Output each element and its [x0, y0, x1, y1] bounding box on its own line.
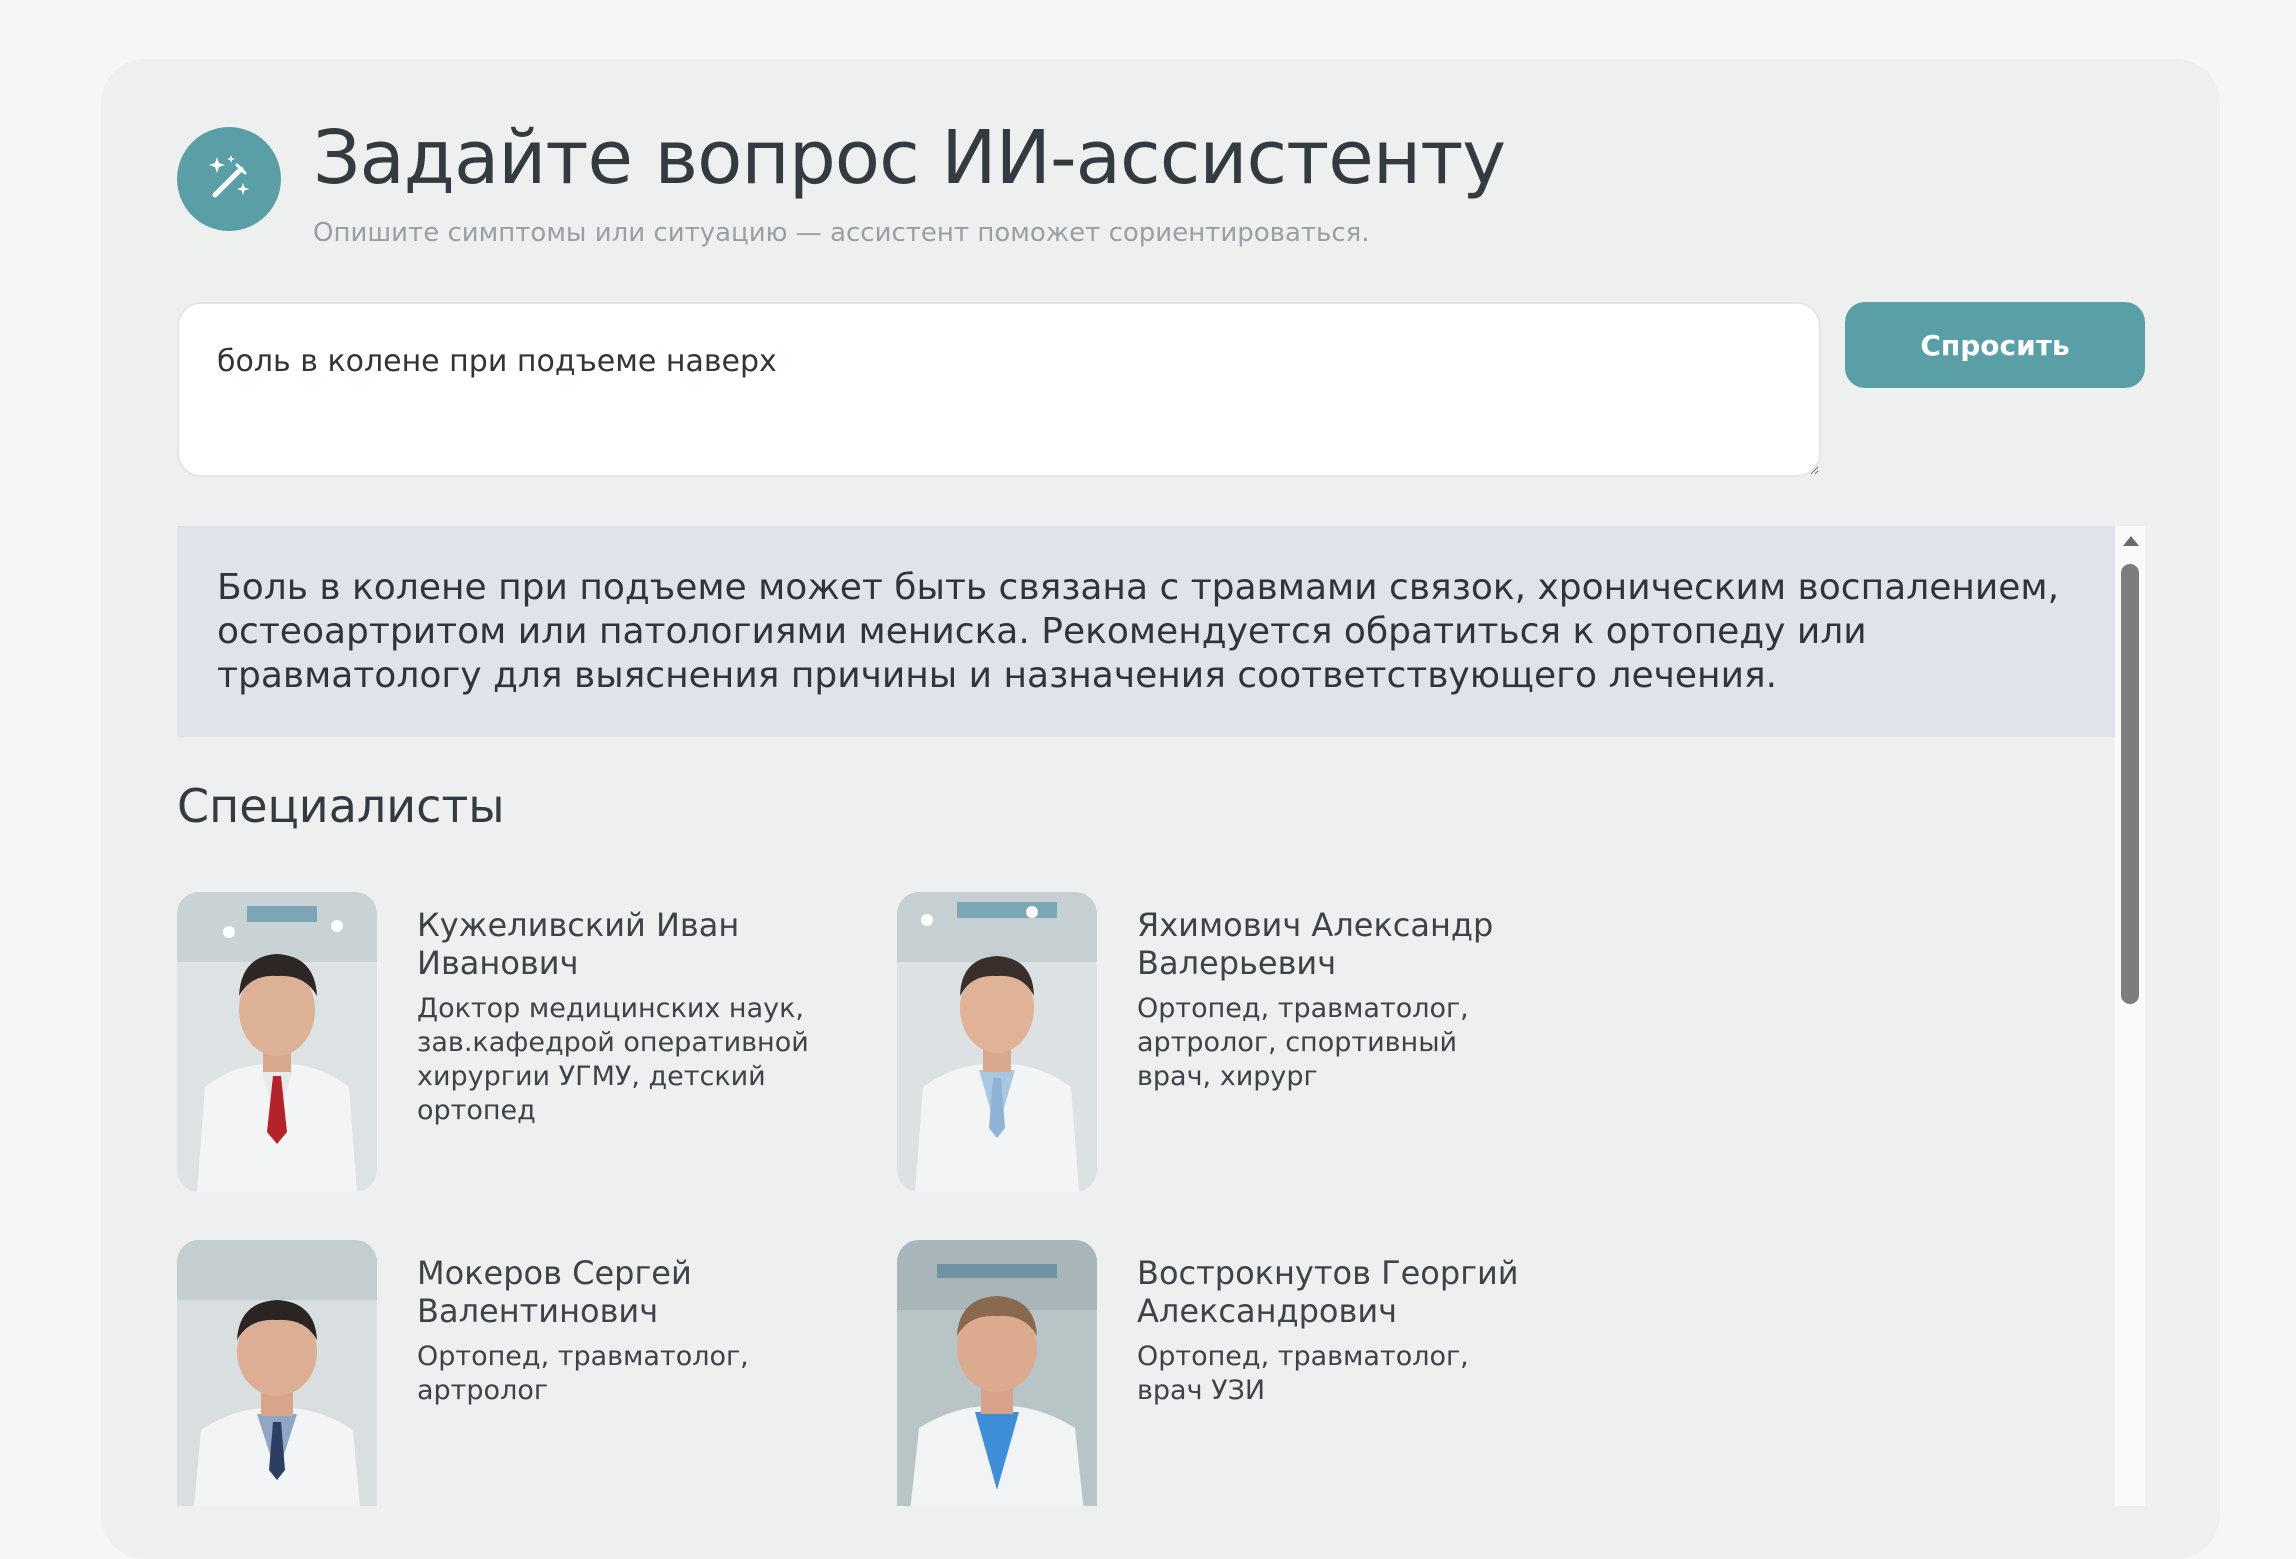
specialists-heading: Специалисты: [177, 779, 505, 833]
scroll-up-arrow-icon[interactable]: [2123, 536, 2139, 546]
magic-wand-icon: [177, 127, 281, 231]
results-panel[interactable]: Боль в колене при подъеме может быть свя…: [177, 526, 2145, 1506]
doctor-description: Ортопед, травматолог, артролог, спортивн…: [1137, 993, 1469, 1092]
doctor-photo: [897, 892, 1097, 1192]
doctor-description: Ортопед, травматолог, врач УЗИ: [1137, 1341, 1469, 1406]
doctor-name: Кужеливский Иван Иванович: [417, 906, 740, 982]
doctor-name: Яхимович Александр Валерьевич: [1137, 906, 1494, 982]
scrollbar-thumb[interactable]: [2121, 564, 2139, 1004]
doctor-photo: [897, 1240, 1097, 1506]
doctor-name: Вострокнутов Георгий Александрович: [1137, 1254, 1519, 1330]
specialist-card[interactable]: Мокеров Сергей Валентинович Ортопед, тра…: [177, 1240, 837, 1506]
question-input[interactable]: боль в колене при подъеме наверх: [177, 302, 1821, 477]
doctor-photo: [177, 1240, 377, 1506]
doctor-description: Доктор медицинских наук, зав.кафедрой оп…: [417, 993, 809, 1126]
assistant-answer: Боль в колене при подъеме может быть свя…: [177, 526, 2115, 737]
page-title: Задайте вопрос ИИ-ассистенту: [313, 115, 1506, 201]
ask-button[interactable]: Спросить: [1845, 302, 2145, 388]
doctor-description: Ортопед, травматолог, артролог: [417, 1341, 749, 1406]
results-scrollbar[interactable]: [2115, 526, 2145, 1506]
doctor-photo: [177, 892, 377, 1192]
specialist-card[interactable]: Яхимович Александр Валерьевич Ортопед, т…: [897, 892, 1557, 1192]
specialist-card[interactable]: Вострокнутов Георгий Александрович Ортоп…: [897, 1240, 1557, 1506]
doctor-name: Мокеров Сергей Валентинович: [417, 1254, 692, 1330]
specialist-card[interactable]: Кужеливский Иван Иванович Доктор медицин…: [177, 892, 837, 1192]
page-subtitle: Опишите симптомы или ситуацию — ассистен…: [313, 218, 1370, 248]
